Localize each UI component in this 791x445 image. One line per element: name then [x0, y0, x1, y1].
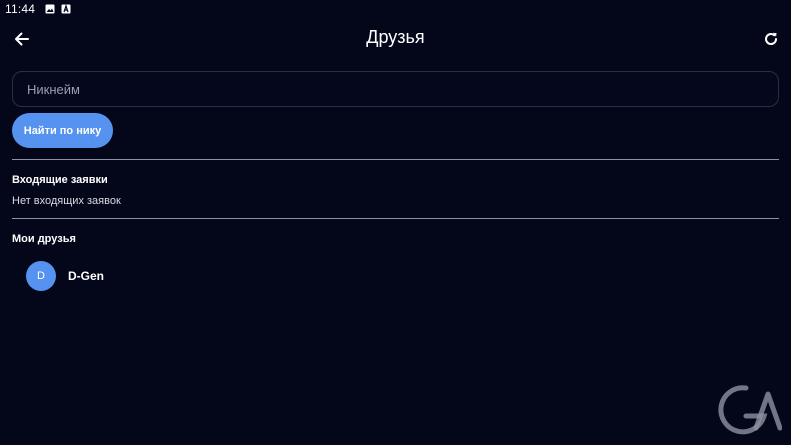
my-friends-heading: Мои друзья: [12, 233, 76, 245]
text-icon: [61, 4, 71, 14]
divider: [12, 159, 779, 160]
status-time: 11:44: [5, 2, 36, 16]
friend-item[interactable]: D D-Gen: [26, 261, 104, 291]
incoming-requests-empty: Нет входящих заявок: [12, 195, 121, 207]
incoming-requests-heading: Входящие заявки: [12, 174, 108, 186]
friend-name: D-Gen: [68, 269, 104, 283]
refresh-button[interactable]: [759, 27, 783, 51]
find-by-nick-button[interactable]: Найти по нику: [12, 113, 113, 148]
refresh-icon: [765, 32, 778, 45]
divider: [12, 218, 779, 219]
status-bar: 11:44: [0, 0, 791, 18]
logo-watermark-icon: [716, 382, 783, 436]
app-bar: Друзья: [0, 22, 791, 56]
nickname-input[interactable]: [12, 71, 779, 107]
page-title: Друзья: [366, 27, 425, 47]
image-icon: [45, 4, 55, 14]
avatar: D: [26, 261, 56, 291]
